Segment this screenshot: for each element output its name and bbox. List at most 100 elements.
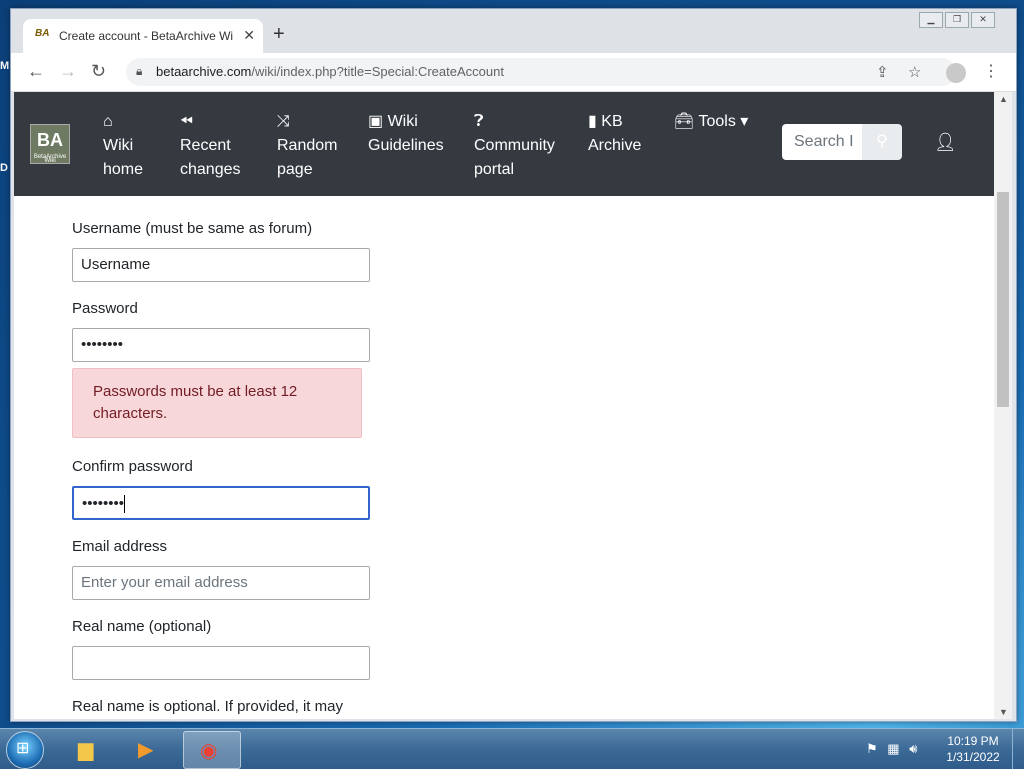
nav-label: changes: [180, 161, 241, 178]
desktop-icon-label[interactable]: M: [0, 60, 9, 72]
site-navbar: BA BetaArchive Wiki ⌂ Wiki home ⏪︎ Recent…: [14, 92, 994, 196]
volume-icon[interactable]: 🔊︎: [909, 741, 917, 756]
menu-dots-icon[interactable]: ⋮: [983, 61, 999, 81]
nav-label: home: [103, 161, 144, 178]
nav-item-wiki-guidelines[interactable]: ▣ Wiki Guidelines: [368, 110, 444, 158]
address-bar[interactable]: 🔒︎ betaarchive.com/wiki/index.php?title=…: [126, 58, 956, 86]
minimize-icon[interactable]: ▁: [919, 12, 943, 28]
nav-item-random-page[interactable]: ⤨ Random page: [277, 110, 337, 182]
restore-icon[interactable]: ❐: [945, 12, 969, 28]
chrome-icon: ◉: [200, 740, 218, 762]
taskbar-clock[interactable]: 10:19 PM 1/31/2022: [944, 733, 1002, 765]
page-scrollbar[interactable]: ▲ ▼: [994, 92, 1012, 719]
share-icon[interactable]: ⇪: [876, 63, 889, 81]
home-icon: ⌂: [103, 113, 113, 130]
page-viewport: BA BetaArchive Wiki ⌂ Wiki home ⏪︎ Recent…: [14, 92, 994, 719]
bookmark-star-icon[interactable]: ☆: [908, 63, 921, 81]
nav-item-kb-archive[interactable]: ▮ KB Archive: [588, 110, 641, 158]
close-window-icon[interactable]: ✕: [971, 12, 995, 28]
tab-title: Create account - BetaArchive Wi: [59, 29, 234, 43]
browser-tab[interactable]: BA Create account - BetaArchive Wi ✕: [23, 19, 263, 53]
shuffle-icon: ⤨: [277, 113, 290, 130]
site-logo[interactable]: BA BetaArchive Wiki: [30, 124, 70, 164]
nav-label: Random: [277, 137, 338, 154]
nav-label: Tools: [698, 113, 736, 130]
show-desktop-button[interactable]: [1012, 729, 1024, 769]
url-path: /wiki/index.php?title=Special:CreateAcco…: [251, 64, 504, 79]
rewind-icon: ⏪︎: [180, 113, 193, 130]
confirm-password-value: ••••••••: [82, 495, 125, 512]
network-icon[interactable]: ▦: [887, 741, 899, 756]
nav-label: portal: [474, 161, 515, 178]
mouse-cursor-icon: [505, 542, 519, 558]
caret-down-icon: ▾: [740, 113, 749, 130]
scroll-up-icon[interactable]: ▲: [999, 94, 1008, 104]
question-icon: ❓︎: [474, 113, 484, 130]
window-controls: ▁ ❐ ✕: [917, 12, 995, 28]
realname-input[interactable]: [72, 646, 370, 680]
media-player-icon: ▶: [138, 739, 154, 761]
tab-strip: BA Create account - BetaArchive Wi ✕ + ▁…: [11, 9, 1016, 53]
username-input[interactable]: Username: [72, 248, 370, 282]
browser-window: BA Create account - BetaArchive Wi ✕ + ▁…: [10, 8, 1017, 722]
clock-time: 10:19 PM: [947, 734, 999, 748]
toolbox-icon: 🧰︎: [674, 113, 695, 130]
search-button[interactable]: ⚲: [862, 124, 902, 160]
search-input[interactable]: Search I: [782, 124, 862, 160]
taskbar-chrome[interactable]: ◉: [183, 731, 241, 769]
scroll-down-icon[interactable]: ▼: [999, 707, 1008, 717]
close-icon[interactable]: ✕: [243, 27, 255, 44]
nav-item-tools[interactable]: 🧰︎ Tools ▾: [674, 110, 748, 134]
nav-item-recent-changes[interactable]: ⏪︎ Recent changes: [180, 110, 241, 182]
lock-icon[interactable]: 🔒︎: [136, 64, 142, 79]
nav-item-community-portal[interactable]: ❓︎ Community portal: [474, 110, 555, 182]
back-icon[interactable]: ←: [27, 61, 45, 82]
address-url: betaarchive.com/wiki/index.php?title=Spe…: [156, 64, 504, 79]
book-open-icon: ▮: [588, 113, 597, 130]
start-button[interactable]: ⊞: [6, 731, 44, 769]
email-label: Email address: [72, 538, 168, 555]
logo-text: BA: [37, 130, 63, 150]
username-label: Username (must be same as forum): [72, 220, 313, 237]
confirm-password-label: Confirm password: [72, 458, 193, 475]
email-input[interactable]: Enter your email address: [72, 566, 370, 600]
book-icon: ▣: [368, 113, 384, 130]
nav-label: Recent: [180, 137, 231, 154]
search-placeholder: Search I: [794, 133, 854, 150]
desktop-icon-label[interactable]: D: [0, 162, 8, 174]
password-input[interactable]: ••••••••: [72, 328, 370, 362]
nav-item-wiki-home[interactable]: ⌂ Wiki home: [103, 110, 143, 182]
logo-subtext: BetaArchive Wiki: [33, 154, 67, 164]
nav-label: Guidelines: [368, 137, 444, 154]
realname-label: Real name (optional): [72, 618, 212, 635]
favicon-icon: BA: [35, 28, 50, 39]
nav-label: Archive: [588, 137, 642, 154]
action-center-icon[interactable]: ⚑: [866, 741, 878, 756]
new-tab-icon[interactable]: +: [273, 23, 285, 46]
text-caret: [124, 495, 126, 514]
clock-date: 1/31/2022: [946, 750, 1000, 764]
nav-label: page: [277, 161, 313, 178]
windows-logo-icon: ⊞: [16, 740, 30, 757]
nav-label: Community: [474, 137, 555, 154]
forward-icon[interactable]: →: [59, 61, 77, 82]
password-error-message: Passwords must be at least 12 characters…: [72, 368, 362, 438]
scrollbar-thumb[interactable]: [997, 192, 1009, 407]
user-icon[interactable]: 👤︎: [934, 132, 957, 153]
nav-label: KB: [601, 113, 623, 130]
system-tray: ⚑ ▦ 🔊︎: [866, 741, 917, 757]
nav-label: Wiki: [387, 113, 418, 130]
folder-icon: ▆: [78, 739, 94, 761]
browser-toolbar: ← → ↻ 🔒︎ betaarchive.com/wiki/index.php?…: [11, 53, 1016, 92]
taskbar-media-player[interactable]: ▶: [122, 731, 178, 767]
confirm-password-input[interactable]: ••••••••: [72, 486, 370, 520]
taskbar: ⊞ ▆ ▶ ◉ ⚑ ▦ 🔊︎ 10:19 PM 1/31/2022: [0, 728, 1024, 769]
profile-avatar-icon[interactable]: [946, 63, 966, 83]
taskbar-explorer[interactable]: ▆: [62, 731, 118, 767]
nav-label: Wiki: [103, 137, 134, 154]
create-account-form: Username (must be same as forum) Usernam…: [72, 202, 372, 715]
reload-icon[interactable]: ↻: [91, 61, 106, 82]
password-label: Password: [72, 300, 138, 317]
url-host: betaarchive.com: [156, 64, 252, 79]
realname-help-text: Real name is optional. If provided, it m…: [72, 698, 343, 715]
